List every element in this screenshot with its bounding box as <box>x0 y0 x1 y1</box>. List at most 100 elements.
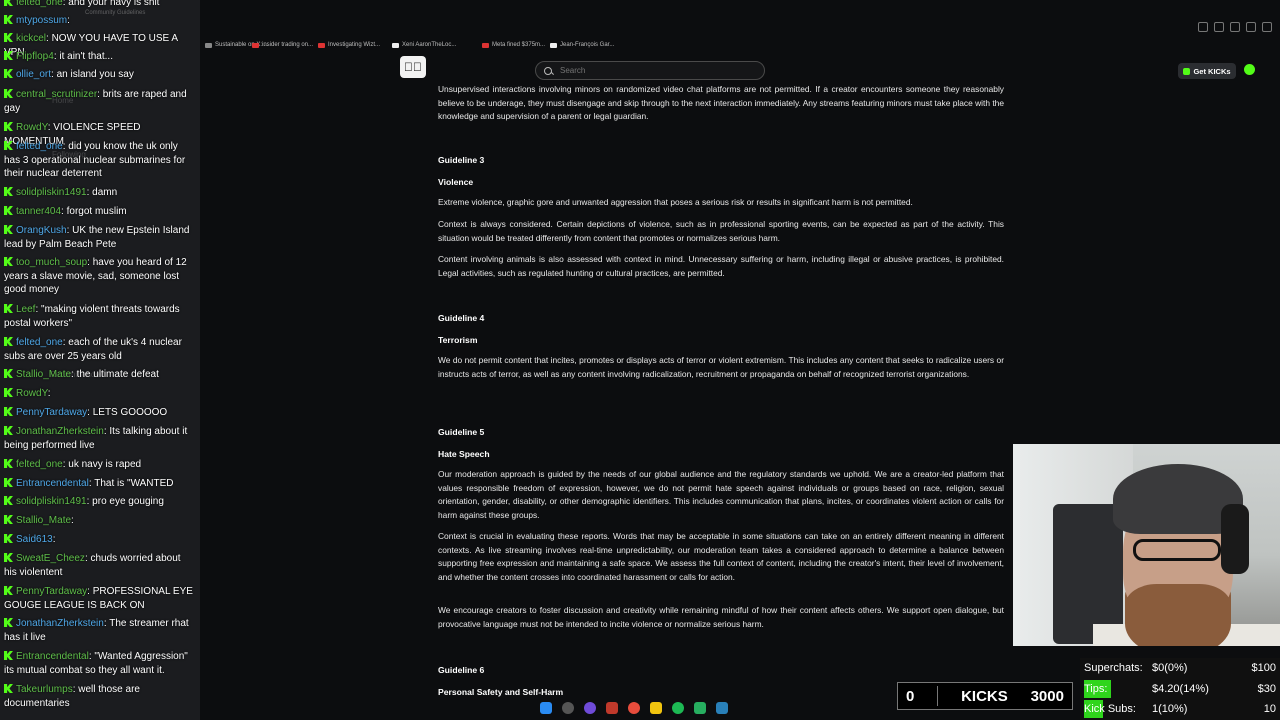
chat-username[interactable]: OrangKush <box>16 225 67 236</box>
goal-target: 10 <box>1263 703 1276 715</box>
chat-separator: : <box>67 15 70 26</box>
chat-username[interactable]: felted_one <box>16 141 63 152</box>
chat-username[interactable]: Said613 <box>16 534 53 545</box>
chat-message: Entrancendental: That is "WANTED <box>4 477 196 491</box>
chat-message: Flipflop4: it ain't that... <box>4 50 196 64</box>
chat-username[interactable]: felted_one <box>16 0 63 8</box>
xbox-icon[interactable] <box>694 702 706 714</box>
kick-badge-icon <box>4 586 13 595</box>
webcam-headphone <box>1221 504 1249 574</box>
chat-username[interactable]: JonathanZherkstein <box>16 426 104 437</box>
bookmark-icon[interactable] <box>1246 22 1256 32</box>
chat-username[interactable]: RowdY <box>16 122 48 133</box>
chat-message: Entrancendental: "Wanted Aggression" its… <box>4 650 196 677</box>
chat-username[interactable]: SweatE_Cheez <box>16 553 85 564</box>
goal-target: $30 <box>1257 683 1276 695</box>
chat-message: tanner404: forgot muslim <box>4 205 196 219</box>
kick-badge-icon <box>4 651 13 660</box>
spotify-icon[interactable] <box>672 702 684 714</box>
kick-badge-icon <box>4 515 13 524</box>
kick-badge-icon <box>4 426 13 435</box>
chat-text: pro eye gouging <box>92 496 164 507</box>
chat-message: PennyTardaway: LETS GOOOOO <box>4 406 196 420</box>
zoom-icon[interactable] <box>1214 22 1224 32</box>
chat-username[interactable]: kickcel <box>16 33 46 44</box>
chat-message: JonathanZherkstein: The streamer rhat ha… <box>4 617 196 644</box>
chat-message: felted_one: each of the uk's 4 nuclear s… <box>4 336 196 363</box>
chat-username[interactable]: central_scrutinizer <box>16 89 97 100</box>
chat-separator: : <box>71 515 74 526</box>
menu-icon[interactable] <box>1262 22 1272 32</box>
kick-badge-icon <box>4 534 13 543</box>
chat-message: too_much_soup: have you heard of 12 year… <box>4 256 196 297</box>
file-explorer-icon[interactable] <box>650 702 662 714</box>
search-input[interactable] <box>560 66 740 75</box>
chat-username[interactable]: JonathanZherkstein <box>16 618 104 629</box>
browser-tab[interactable]: Jean-François Gar... <box>550 36 614 54</box>
chat-username[interactable]: tanner404 <box>16 206 61 217</box>
settings-icon[interactable] <box>1230 22 1240 32</box>
browser-tab[interactable]: Meta fined $375m... <box>482 36 545 54</box>
chat-username[interactable]: mtypossum <box>16 15 67 26</box>
chat-username[interactable]: ollie_ort <box>16 69 51 80</box>
stream-goals-panel: Superchats: $0(0%) $100 Tips: $4.20(14%) $30 K… <box>1080 658 1280 720</box>
chat-username[interactable]: Stallio_Mate <box>16 369 71 380</box>
tab-favicon-icon <box>550 42 557 48</box>
chat-text: it ain't that... <box>59 51 113 62</box>
chat-username[interactable]: solidpliskin1491 <box>16 187 87 198</box>
kick-logo[interactable]: ✓⃝ <box>400 56 426 78</box>
user-avatar[interactable] <box>1244 64 1255 75</box>
guideline-3-p2: Context is always considered. Certain de… <box>438 219 1004 243</box>
discord-icon[interactable] <box>584 702 596 714</box>
chat-message: central_scrutinizer: brits are raped and… <box>4 88 196 115</box>
chat-message: Takeurlumps: well those are documentarie… <box>4 683 196 710</box>
chrome-icon[interactable] <box>628 702 640 714</box>
taskbar-search-icon[interactable] <box>562 702 574 714</box>
windows-start-icon[interactable] <box>540 702 552 714</box>
guideline-5-p2: Context is crucial in evaluating these r… <box>438 531 1004 582</box>
kick-badge-icon <box>4 33 13 42</box>
chat-username[interactable]: Leef <box>16 304 35 315</box>
active-tab[interactable]: Community Guidelines <box>85 4 145 22</box>
chat-message: RowdY: <box>4 387 196 401</box>
browser-tab[interactable]: Xeni AaronTheLoc... <box>392 36 456 54</box>
recording-app-icon[interactable] <box>606 702 618 714</box>
chat-username[interactable]: Stallio_Mate <box>16 515 71 526</box>
chat-message: JonathanZherkstein: Its talking about it… <box>4 425 196 452</box>
browser-tab[interactable]: insider trading on... <box>252 36 313 54</box>
get-kicks-button[interactable]: Get KICKs <box>1178 63 1236 79</box>
kick-badge-icon <box>4 478 13 487</box>
chat-username[interactable]: solidpliskin1491 <box>16 496 87 507</box>
search-bar[interactable] <box>535 61 765 80</box>
tab-favicon-icon <box>392 42 399 48</box>
kick-badge-icon <box>4 369 13 378</box>
chat-username[interactable]: Takeurlumps <box>16 684 73 695</box>
chat-username[interactable]: PennyTardaway <box>16 586 87 597</box>
tab-favicon-icon <box>252 42 259 48</box>
chat-username[interactable]: Flipflop4 <box>16 51 54 62</box>
tab-label: insider trading on... <box>262 42 314 48</box>
kicks-goal: 3000 <box>1030 687 1064 705</box>
steam-icon[interactable] <box>716 702 728 714</box>
extension-icon[interactable] <box>1198 22 1208 32</box>
chat-separator: : <box>52 534 56 545</box>
chat-username[interactable]: Entrancendental <box>16 478 89 489</box>
browser-tab[interactable]: Investigating Wizt... <box>318 36 380 54</box>
chat-username[interactable]: PennyTardaway <box>16 407 87 418</box>
browser-tab-bar: Sustainable on X: ... insider trading on.… <box>85 10 1280 54</box>
chat-username[interactable]: too_much_soup <box>16 257 87 268</box>
kick-badge-icon <box>4 0 13 6</box>
kicks-label: KICKS <box>961 687 1008 705</box>
chat-username[interactable]: felted_one <box>16 459 63 470</box>
chat-username[interactable]: Entrancendental <box>16 651 89 662</box>
kicks-counter: 0 KICKS 3000 <box>897 682 1073 710</box>
guideline-4-p1: We do not permit content that incites, p… <box>438 355 1004 379</box>
goal-label: Tips: <box>1084 683 1108 695</box>
chat-username[interactable]: RowdY <box>16 388 48 399</box>
chat-message: PennyTardaway: PROFESSIONAL EYE GOUGE LE… <box>4 585 196 612</box>
chat-separator: : <box>47 388 51 399</box>
search-icon <box>544 66 552 75</box>
chat-username[interactable]: felted_one <box>16 337 63 348</box>
guideline-6-number: Guideline 6 <box>438 665 485 675</box>
kick-badge-icon <box>4 15 13 24</box>
